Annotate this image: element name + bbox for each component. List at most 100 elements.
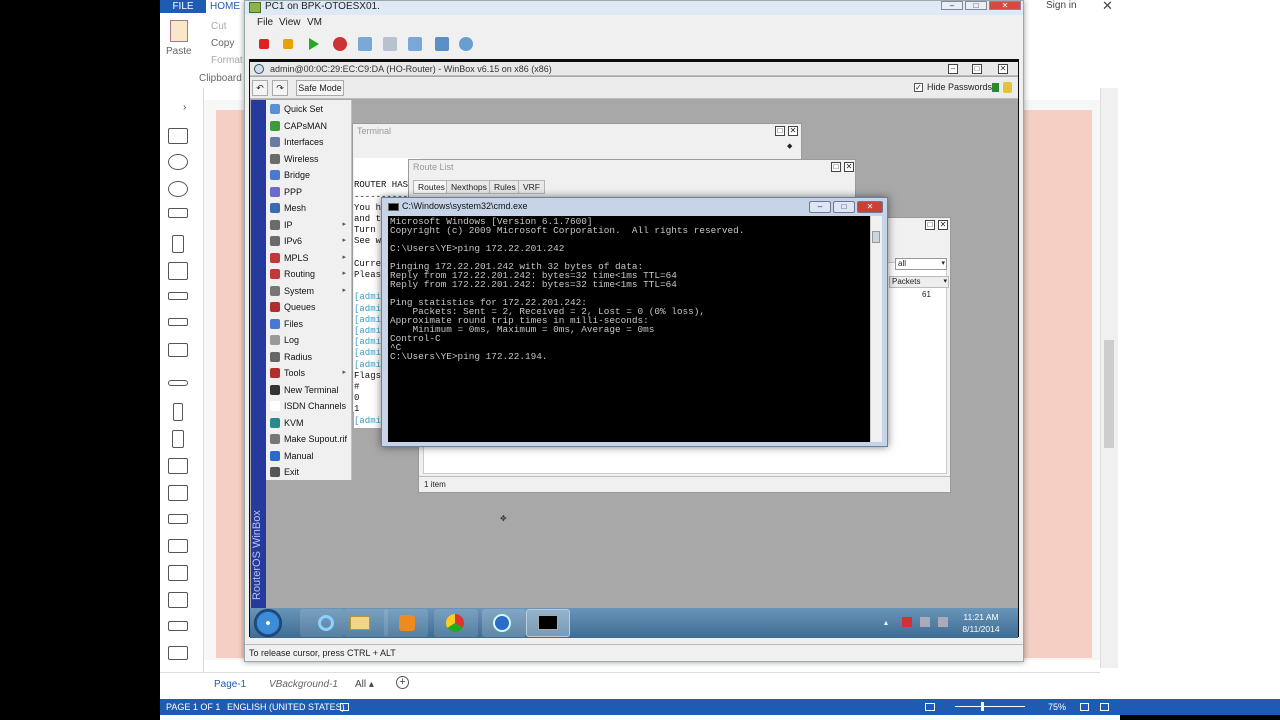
menu-item-make-supout-rif[interactable]: Make Supout.rif bbox=[266, 431, 352, 447]
cmd-minimize-icon[interactable]: ‒ bbox=[809, 201, 831, 213]
ups-shape-icon[interactable] bbox=[173, 403, 183, 421]
cmd-close-icon[interactable]: ✕ bbox=[857, 201, 883, 213]
menu-item-wireless[interactable]: Wireless bbox=[266, 151, 352, 167]
menu-item-mesh[interactable]: Mesh bbox=[266, 200, 352, 216]
visio-sign-in[interactable]: Sign in bbox=[1046, 0, 1077, 11]
winbox-close-icon[interactable]: ✕ bbox=[998, 64, 1008, 74]
menu-file[interactable]: File bbox=[257, 16, 273, 30]
minimize-icon[interactable]: ‒ bbox=[941, 1, 963, 10]
phone-shape-icon[interactable] bbox=[172, 235, 184, 253]
bridge-shape-icon[interactable] bbox=[168, 318, 188, 326]
tab-rules[interactable]: Rules bbox=[489, 180, 521, 194]
switch-shape-icon[interactable] bbox=[168, 208, 188, 218]
screen-shape-icon[interactable] bbox=[168, 646, 188, 660]
windows-start-icon[interactable] bbox=[254, 609, 282, 637]
menu-item-files[interactable]: Files bbox=[266, 316, 352, 332]
cmd-window[interactable]: C:\Windows\system32\cmd.exe ‒ □ ✕ Micros… bbox=[381, 197, 888, 447]
reset-icon[interactable] bbox=[333, 37, 347, 51]
copier-shape-icon[interactable] bbox=[168, 539, 188, 553]
tab-page-1[interactable]: Page-1 bbox=[214, 679, 246, 690]
fit-page-icon[interactable] bbox=[1080, 703, 1089, 711]
route-list-restore-icon[interactable]: □ bbox=[831, 162, 841, 172]
menu-vm[interactable]: VM bbox=[307, 16, 322, 30]
menu-item-exit[interactable]: Exit bbox=[266, 464, 352, 480]
projector-shape-icon[interactable] bbox=[168, 621, 188, 631]
device-shape-icon[interactable] bbox=[172, 430, 184, 448]
plotter-shape-icon[interactable] bbox=[168, 592, 188, 608]
scanner-shape-icon[interactable] bbox=[168, 514, 188, 524]
visio-close-icon[interactable]: ✕ bbox=[1102, 0, 1113, 14]
tab-vbackground-1[interactable]: VBackground-1 bbox=[269, 679, 338, 690]
snapshot-icon[interactable] bbox=[358, 37, 372, 51]
menu-item-kvm[interactable]: KVM bbox=[266, 415, 352, 431]
menu-item-manual[interactable]: Manual bbox=[266, 448, 352, 464]
filter-select[interactable]: all ▾ bbox=[895, 258, 947, 270]
tray-network-icon[interactable] bbox=[920, 617, 930, 627]
antenna-shape-icon[interactable] bbox=[168, 154, 188, 170]
status-page[interactable]: PAGE 1 OF 1 bbox=[166, 699, 220, 715]
cmd-maximize-icon[interactable]: □ bbox=[833, 201, 855, 213]
router-shape-icon[interactable] bbox=[168, 292, 188, 300]
list-close-icon[interactable]: ✕ bbox=[938, 220, 948, 230]
tray-expand-icon[interactable]: ▴ bbox=[884, 618, 888, 627]
rack-shape-icon[interactable] bbox=[168, 262, 188, 280]
undo-icon[interactable]: ↶ bbox=[252, 80, 268, 96]
route-list-close-icon[interactable]: ✕ bbox=[844, 162, 854, 172]
winbox-restore-icon[interactable]: □ bbox=[972, 64, 982, 74]
menu-item-capsman[interactable]: CAPsMAN bbox=[266, 118, 352, 134]
route-list-window[interactable]: Route List □ ✕ Routes Nexthops Rules VRF bbox=[408, 159, 856, 199]
printer-shape-icon[interactable] bbox=[168, 458, 188, 474]
revert-icon[interactable] bbox=[383, 37, 397, 51]
tab-all[interactable]: All ▴ bbox=[355, 679, 374, 690]
menu-view[interactable]: View bbox=[279, 16, 301, 30]
patch-panel-shape-icon[interactable] bbox=[168, 343, 188, 357]
list-restore-icon[interactable]: □ bbox=[925, 220, 935, 230]
tray-volume-icon[interactable] bbox=[938, 617, 948, 627]
expand-chevron-icon[interactable]: › bbox=[183, 102, 186, 113]
status-zoom[interactable]: 75% bbox=[1048, 699, 1066, 715]
cmd-scroll-thumb[interactable] bbox=[872, 231, 880, 243]
terminal-scroll-icon[interactable]: ◆ bbox=[787, 142, 792, 150]
present-icon[interactable] bbox=[925, 703, 935, 711]
menu-item-queues[interactable]: Queues bbox=[266, 299, 352, 315]
zoom-slider-thumb[interactable] bbox=[981, 702, 984, 711]
winbox-minimize-icon[interactable]: ‒ bbox=[948, 64, 958, 74]
vertical-scroll-thumb[interactable] bbox=[1104, 340, 1114, 448]
terminal-restore-icon[interactable]: □ bbox=[775, 126, 785, 136]
status-language[interactable]: ENGLISH (UNITED STATES) bbox=[227, 699, 345, 715]
terminal-close-icon[interactable]: ✕ bbox=[788, 126, 798, 136]
zoom-slider[interactable] bbox=[955, 706, 1025, 707]
shape-icon[interactable] bbox=[168, 128, 188, 144]
multifunction-shape-icon[interactable] bbox=[168, 565, 188, 581]
menu-item-ipv6[interactable]: IPv6 ▸ bbox=[266, 233, 352, 249]
redo-icon[interactable]: ↷ bbox=[272, 80, 288, 96]
packets-column-header[interactable]: Packets ▾ bbox=[889, 276, 949, 288]
menu-item-quick-set[interactable]: Quick Set bbox=[266, 101, 352, 117]
tab-vrf[interactable]: VRF bbox=[518, 180, 545, 194]
menu-item-ip[interactable]: IP ▸ bbox=[266, 217, 352, 233]
format-painter-button[interactable]: Format bbox=[211, 55, 243, 66]
tab-routes[interactable]: Routes bbox=[413, 180, 450, 194]
add-page-icon[interactable]: + bbox=[396, 676, 409, 689]
menu-item-mpls[interactable]: MPLS ▸ bbox=[266, 250, 352, 266]
visio-home-tab[interactable]: HOME bbox=[210, 0, 246, 13]
copy-button[interactable]: Copy bbox=[211, 38, 234, 49]
hub-shape-icon[interactable] bbox=[168, 181, 188, 197]
close-icon[interactable]: ✕ bbox=[989, 1, 1021, 10]
menu-item-tools[interactable]: Tools ▸ bbox=[266, 365, 352, 381]
maximize-icon[interactable]: □ bbox=[965, 1, 987, 10]
menu-item-ppp[interactable]: PPP bbox=[266, 184, 352, 200]
cable-shape-icon[interactable] bbox=[168, 380, 188, 386]
fax-shape-icon[interactable] bbox=[168, 485, 188, 501]
suspend-icon[interactable] bbox=[283, 39, 293, 49]
menu-item-new-terminal[interactable]: New Terminal bbox=[266, 382, 352, 398]
visio-file-tab[interactable]: FILE bbox=[160, 0, 206, 13]
menu-item-bridge[interactable]: Bridge bbox=[266, 167, 352, 183]
taskbar-clock[interactable]: 11:21 AM 8/11/2014 bbox=[958, 611, 1004, 635]
menu-item-log[interactable]: Log bbox=[266, 332, 352, 348]
menu-item-system[interactable]: System ▸ bbox=[266, 283, 352, 299]
switch-windows-icon[interactable] bbox=[1100, 703, 1109, 711]
paste-button[interactable]: Paste bbox=[166, 46, 192, 57]
cmd-scrollbar[interactable] bbox=[870, 216, 882, 442]
cut-button[interactable]: Cut bbox=[211, 21, 227, 32]
